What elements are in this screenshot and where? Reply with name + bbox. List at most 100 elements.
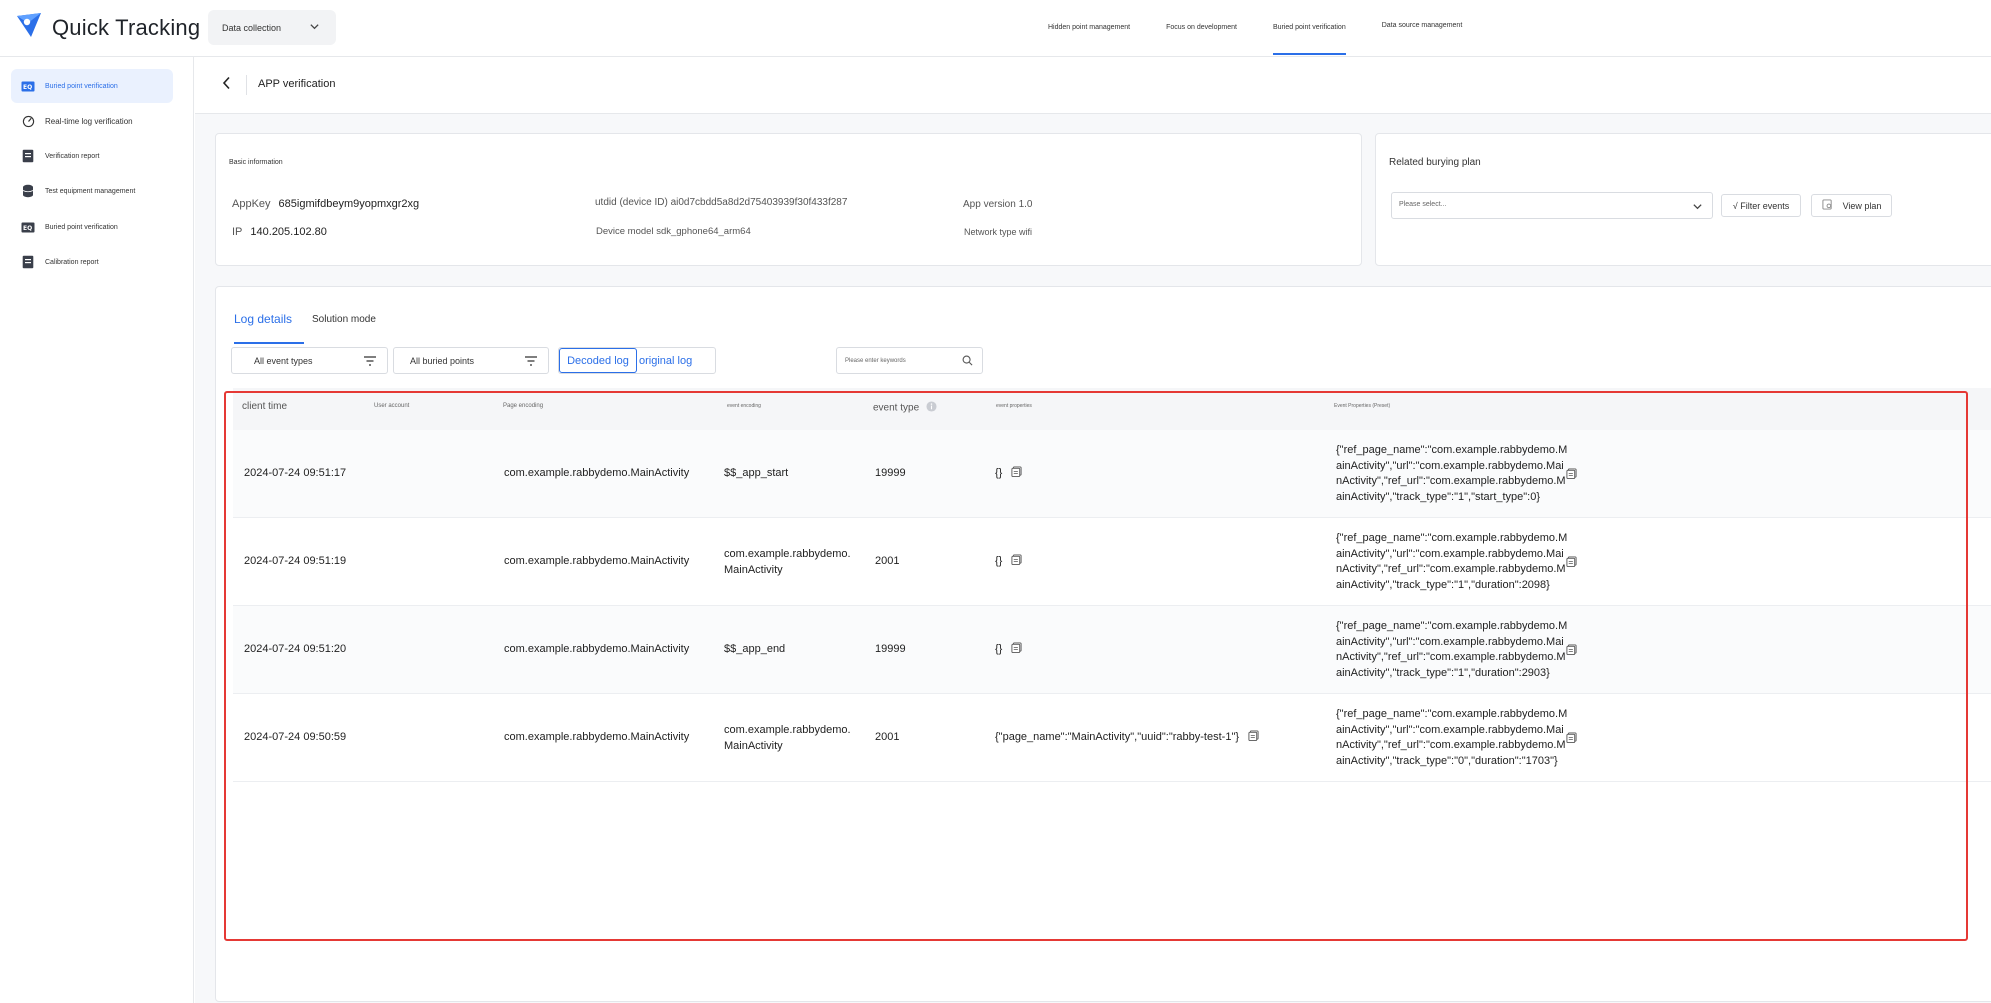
scan-icon: EQ xyxy=(21,220,35,234)
ip-label: IP xyxy=(232,226,243,238)
plan-select-dropdown[interactable]: Please select... xyxy=(1391,192,1713,219)
app-logo[interactable]: Quick Tracking xyxy=(14,10,200,45)
filter-icon xyxy=(363,355,377,369)
cell-event-encoding: $$_app_start xyxy=(724,467,789,479)
sidebar-item-buried-point-verification-2[interactable]: EQ Buried point verification xyxy=(11,210,173,244)
tab-solution-mode[interactable]: Solution mode xyxy=(312,314,376,325)
appkey-label: AppKey xyxy=(232,198,271,210)
copy-icon[interactable] xyxy=(1011,554,1022,568)
cell-page-encoding: com.example.rabbydemo.MainActivity xyxy=(504,555,690,567)
table-row: 2024-07-24 09:51:20 com.example.rabbydem… xyxy=(233,606,1991,694)
cell-event-properties-preset: {"ref_page_name":"com.example.rabbydemo.… xyxy=(1336,444,1568,504)
ip-value: 140.205.102.80 xyxy=(250,226,327,238)
app-select-value: Data collection xyxy=(222,22,282,33)
info-icon[interactable] xyxy=(926,401,937,415)
keyword-search-input[interactable]: Please enter keywords xyxy=(836,347,983,374)
svg-text:EQ: EQ xyxy=(23,225,32,232)
sidebar-item-real-time-log-verification[interactable]: Real-time log verification xyxy=(11,104,173,138)
app-version-field: App version 1.0 xyxy=(963,199,1033,210)
sidebar-item-label: Real-time log verification xyxy=(45,116,133,126)
col-event-properties: event properties xyxy=(996,403,1032,409)
back-button[interactable] xyxy=(217,75,237,95)
app-select-dropdown[interactable]: Data collection xyxy=(208,10,336,45)
cell-event-encoding: com.example.rabbydemo.MainActivity xyxy=(724,548,851,576)
chevron-left-icon xyxy=(221,76,233,95)
filter-events-button[interactable]: √ Filter events xyxy=(1721,194,1801,217)
nav-buried-point-verification[interactable]: Buried point verification xyxy=(1255,0,1364,56)
cell-event-type: 19999 xyxy=(875,467,906,479)
copy-icon[interactable] xyxy=(1248,730,1259,744)
cell-event-properties-preset: {"ref_page_name":"com.example.rabbydemo.… xyxy=(1336,708,1568,768)
sidebar-item-label: Buried point verification xyxy=(45,82,118,90)
cell-event-properties: {} xyxy=(995,642,1022,656)
nav-focus-on-development[interactable]: Focus on development xyxy=(1148,0,1255,56)
buried-points-filter[interactable]: All buried points xyxy=(393,347,549,374)
svg-text:EQ: EQ xyxy=(23,84,32,91)
sidebar-item-verification-report[interactable]: Verification report xyxy=(11,139,173,173)
copy-icon[interactable] xyxy=(1011,466,1022,480)
original-log-toggle[interactable]: original log xyxy=(637,348,715,373)
sidebar-item-buried-point-verification[interactable]: EQ Buried point verification xyxy=(11,69,173,103)
copy-icon[interactable] xyxy=(1566,554,1577,572)
col-event-type: event type xyxy=(873,401,937,415)
view-plan-icon xyxy=(1822,199,1833,212)
sidebar-item-label: Test equipment management xyxy=(45,187,136,195)
sidebar-item-calibration-report[interactable]: Calibration report xyxy=(11,245,173,279)
network-type-field: Network type wifi xyxy=(964,227,1033,237)
cell-event-type: 2001 xyxy=(875,555,900,567)
cell-event-properties: {"page_name":"MainActivity","uuid":"rabb… xyxy=(995,730,1259,744)
view-plan-button[interactable]: View plan xyxy=(1811,194,1892,217)
cell-client-time: 2024-07-24 09:51:19 xyxy=(244,555,347,567)
view-plan-label: View plan xyxy=(1842,200,1882,211)
col-event-encoding: event encoding xyxy=(727,403,761,409)
scan-icon: EQ xyxy=(21,79,35,93)
nav-data-source-management[interactable]: Data source management xyxy=(1364,0,1481,54)
main-content: APP verification Basic information AppKe… xyxy=(195,57,1991,1003)
event-properties-value: {"page_name":"MainActivity","uuid":"rabb… xyxy=(995,730,1240,743)
sidebar-item-label: Verification report xyxy=(45,152,100,160)
event-types-filter-label: All event types xyxy=(254,355,313,366)
event-types-filter[interactable]: All event types xyxy=(231,347,388,374)
top-header: Quick Tracking Data collection Hidden po… xyxy=(0,0,1991,57)
table-header: client time User account Page encoding e… xyxy=(233,388,1991,430)
related-plan-title: Related burying plan xyxy=(1389,157,1481,168)
device-model-field: Device model sdk_gphone64_arm64 xyxy=(596,226,751,237)
log-card: Log details Solution mode All event type… xyxy=(215,286,1991,1002)
page-title: APP verification xyxy=(258,78,336,90)
cell-event-properties: {} xyxy=(995,466,1022,480)
col-event-properties-preset: Event Properties (Preset) xyxy=(1334,403,1391,409)
basic-info-title: Basic information xyxy=(229,159,283,166)
report-icon xyxy=(21,149,35,163)
appkey-value: 685igmifdbeym9yopmxgr2xg xyxy=(278,198,420,210)
event-properties-value: {} xyxy=(995,466,1003,479)
event-properties-value: {} xyxy=(995,642,1003,655)
cell-page-encoding: com.example.rabbydemo.MainActivity xyxy=(504,731,690,743)
top-nav: Hidden point management Focus on develop… xyxy=(1030,0,1480,57)
col-page-encoding: Page encoding xyxy=(503,403,544,409)
appkey-field: AppKey 685igmifdbeym9yopmxgr2xg xyxy=(232,198,419,210)
sidebar-item-test-equipment-management[interactable]: Test equipment management xyxy=(11,174,173,208)
gauge-icon xyxy=(21,114,35,128)
title-divider xyxy=(246,75,247,95)
ip-field: IP 140.205.102.80 xyxy=(232,226,327,238)
search-icon[interactable] xyxy=(962,355,973,368)
logo-icon xyxy=(14,10,44,45)
copy-icon[interactable] xyxy=(1566,642,1577,660)
nav-hidden-point-management[interactable]: Hidden point management xyxy=(1030,0,1148,56)
copy-icon[interactable] xyxy=(1566,730,1577,748)
decoded-log-toggle[interactable]: Decoded log xyxy=(559,348,637,373)
buried-points-filter-label: All buried points xyxy=(410,355,475,366)
copy-icon[interactable] xyxy=(1566,466,1577,484)
basic-info-card: Basic information AppKey 685igmifdbeym9yo… xyxy=(215,133,1362,266)
cell-event-properties-preset: {"ref_page_name":"com.example.rabbydemo.… xyxy=(1336,620,1568,680)
filter-icon xyxy=(524,355,538,369)
sidebar-item-label: Calibration report xyxy=(45,258,99,266)
cell-event-type: 19999 xyxy=(875,643,906,655)
report-icon xyxy=(21,255,35,269)
copy-icon[interactable] xyxy=(1011,642,1022,656)
related-plan-card: Related burying plan Please select... √ … xyxy=(1375,133,1991,266)
tab-log-details[interactable]: Log details xyxy=(234,312,292,326)
cell-client-time: 2024-07-24 09:51:17 xyxy=(244,467,347,479)
cell-event-properties-preset: {"ref_page_name":"com.example.rabbydemo.… xyxy=(1336,532,1568,592)
sidebar-item-label: Buried point verification xyxy=(45,223,118,231)
